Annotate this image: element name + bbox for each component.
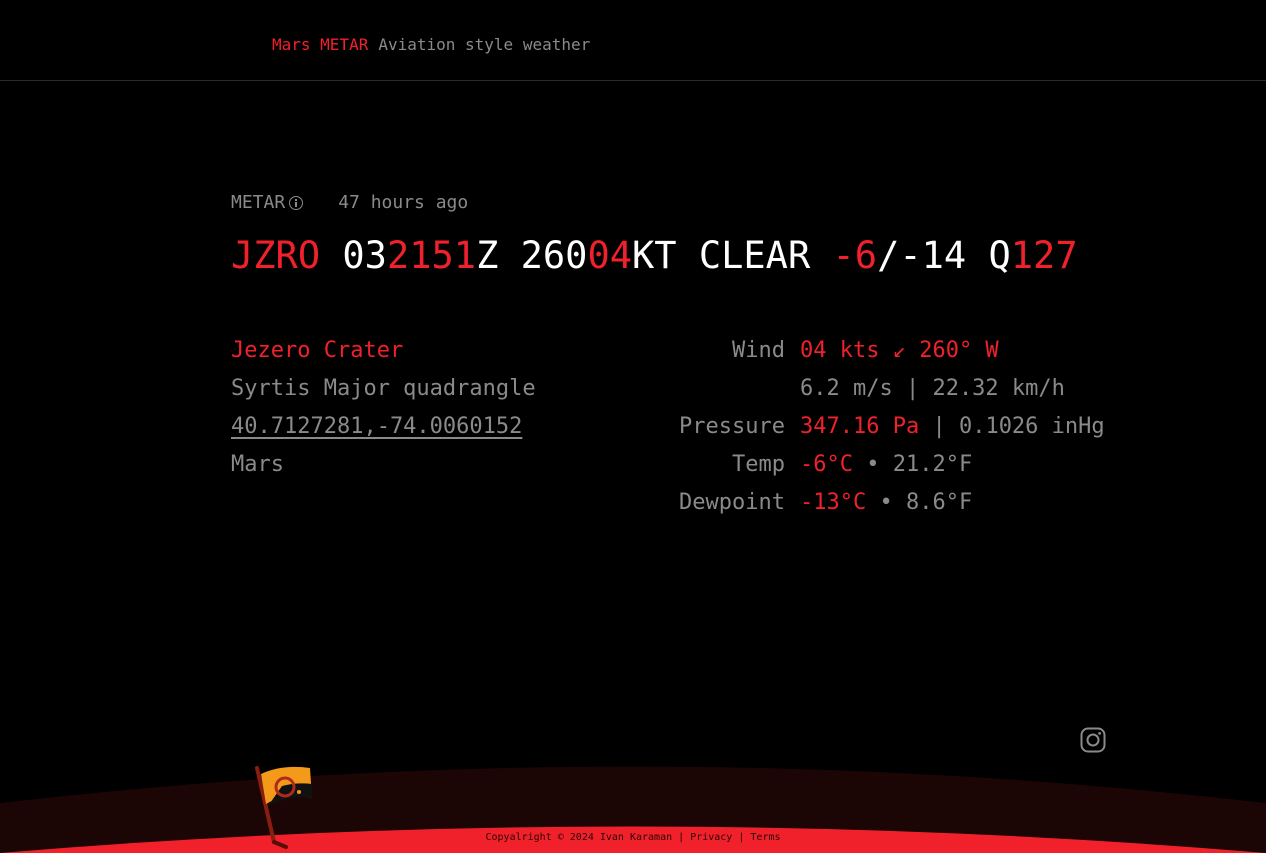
mars-surface [0,766,1266,853]
footer-copyright: Copyalright © 2024 Ivan Karaman [485,832,673,843]
footer-sep-1: | [672,832,691,843]
footer-privacy-link[interactable]: Privacy [690,832,732,843]
footer-terms-link[interactable]: Terms [750,832,780,843]
footer-sep-2: | [732,832,751,843]
page: Mars METAR Aviation style weather METAR 4… [0,0,1266,853]
footer: Copyalright © 2024 Ivan Karaman | Privac… [0,832,1266,843]
